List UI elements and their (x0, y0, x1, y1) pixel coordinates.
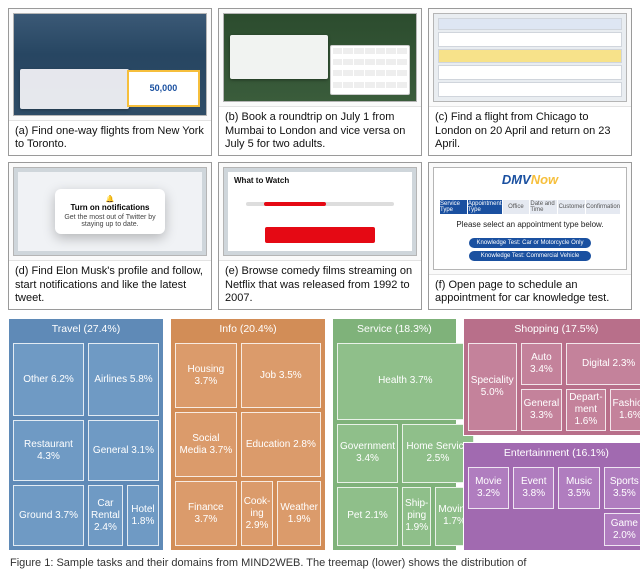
treemap-info: Info (20.4%) Housing 3.7% Job 3.5% Socia… (170, 318, 326, 551)
treemap-title: Travel (27.4%) (9, 319, 163, 339)
panel-a: 50,000 (a) Find one-way flights from New… (8, 8, 212, 156)
tm-cell: Music 3.5% (558, 467, 599, 509)
thumb-b-united (223, 13, 417, 102)
tm-cell: Other 6.2% (13, 343, 84, 416)
treemap-title: Info (20.4%) (171, 319, 325, 339)
tm-cell: Movie 3.2% (468, 467, 509, 509)
thumb-f-dmv: DMVNow Service Type Appointment Type Off… (433, 167, 627, 270)
tm-cell: Digital 2.3% (566, 343, 640, 385)
prompt-text: Please select an appointment type below. (434, 220, 626, 229)
modal-title: Turn on notifications (71, 203, 150, 212)
treemap-entertainment: Entertainment (16.1%) Event 3.8% Music 3… (463, 442, 640, 551)
bell-icon: 🔔 (106, 195, 115, 203)
promo-ad: 50,000 (127, 70, 200, 106)
step-office[interactable]: Office (503, 200, 530, 214)
apply-filters-button[interactable] (265, 227, 375, 243)
thumb-a-united: 50,000 (13, 13, 207, 116)
tm-cell: Cook-ing 2.9% (241, 481, 274, 546)
flight-search-box[interactable] (230, 35, 328, 79)
result-header-row (438, 18, 622, 30)
treemap-title: Shopping (17.5%) (464, 319, 640, 339)
tm-cell: Finance 3.7% (175, 481, 237, 546)
tm-cell: Car Rental 2.4% (88, 485, 123, 546)
tm-cell: Government 3.4% (337, 424, 398, 483)
tm-cell: Ground 3.7% (13, 485, 84, 546)
panel-e: What to Watch (e) Browse comedy films st… (218, 162, 422, 310)
figure-caption: Figure 1: Sample tasks and their domains… (8, 557, 632, 569)
caption-f: (f) Open page to schedule an appointment… (429, 274, 631, 310)
appt-type-commercial[interactable]: Knowledge Test: Commercial Vehicle (469, 251, 592, 261)
tm-cell: Sports 3.5% (604, 467, 640, 509)
result-row[interactable] (438, 82, 622, 97)
tm-cell: General 3.3% (521, 389, 563, 431)
modal-body: Get the most out of Twitter by staying u… (59, 214, 161, 228)
treemap-service: Service (18.3%) Health 3.7% Government 3… (332, 318, 457, 551)
caption-c: (c) Find a flight from Chicago to London… (429, 106, 631, 155)
tm-cell: Game 2.0% (604, 513, 640, 546)
tm-cell: Airlines 5.8% (88, 343, 159, 416)
flight-search-box[interactable] (20, 69, 129, 109)
result-row[interactable] (438, 65, 622, 80)
tm-cell: Auto 3.4% (521, 343, 563, 385)
result-row[interactable] (438, 32, 622, 47)
example-grid-top: 50,000 (a) Find one-way flights from New… (8, 8, 632, 156)
example-grid-bottom: 🔔 Turn on notifications Get the most out… (8, 162, 632, 310)
caption-e: (e) Browse comedy films streaming on Net… (219, 260, 421, 309)
tm-cell: Hotel 1.8% (127, 485, 159, 546)
panel-b: (b) Book a roundtrip on July 1 from Mumb… (218, 8, 422, 156)
tm-cell: Health 3.7% (337, 343, 474, 420)
tm-cell: Job 3.5% (241, 343, 321, 408)
tm-cell: Weather 1.9% (277, 481, 321, 546)
result-row-selected[interactable] (438, 49, 622, 64)
treemap-travel: Travel (27.4%) Other 6.2% Airlines 5.8% … (8, 318, 164, 551)
page-heading: What to Watch (234, 176, 289, 185)
step-service-type[interactable]: Service Type (440, 200, 467, 214)
tm-cell: Restaurant 4.3% (13, 420, 84, 481)
tm-cell: Fashion 1.6% (610, 389, 640, 431)
treemap-shopping: Shopping (17.5%) Speciality 5.0% Auto 3.… (463, 318, 640, 436)
step-customer[interactable]: Customer (558, 200, 585, 214)
tm-cell: Social Media 3.7% (175, 412, 237, 477)
tm-cell: Education 2.8% (241, 412, 321, 477)
thumb-c-flight-results (433, 13, 627, 102)
treemap-title: Service (18.3%) (333, 319, 456, 339)
step-date-time[interactable]: Date and Time (530, 200, 557, 214)
calendar-picker[interactable] (330, 45, 410, 95)
stepper: Service Type Appointment Type Office Dat… (440, 200, 620, 214)
tm-cell: Depart-ment 1.6% (566, 389, 605, 431)
tm-cell: General 3.1% (88, 420, 159, 481)
appt-type-car-knowledge-test[interactable]: Knowledge Test: Car or Motorcycle Only (469, 238, 592, 248)
step-confirmation[interactable]: Confirmation (586, 200, 620, 214)
caption-b: (b) Book a roundtrip on July 1 from Mumb… (219, 106, 421, 155)
panel-f: DMVNow Service Type Appointment Type Off… (428, 162, 632, 310)
thumb-e-netflix: What to Watch (223, 167, 417, 256)
tm-cell: Event 3.8% (513, 467, 554, 509)
caption-d: (d) Find Elon Musk's profile and follow,… (9, 260, 211, 309)
step-appointment-type[interactable]: Appointment Type (468, 200, 502, 214)
domain-treemap: Travel (27.4%) Other 6.2% Airlines 5.8% … (8, 318, 632, 551)
panel-d: 🔔 Turn on notifications Get the most out… (8, 162, 212, 310)
tm-cell: Ship-ping 1.9% (402, 487, 431, 546)
notification-modal[interactable]: 🔔 Turn on notifications Get the most out… (55, 189, 165, 233)
dmv-logo: DMVNow (434, 172, 626, 187)
tm-cell: Speciality 5.0% (468, 343, 517, 431)
panel-c: (c) Find a flight from Chicago to London… (428, 8, 632, 156)
thumb-d-twitter: 🔔 Turn on notifications Get the most out… (13, 167, 207, 256)
tm-cell: Pet 2.1% (337, 487, 398, 546)
tm-cell: Housing 3.7% (175, 343, 237, 408)
caption-a: (a) Find one-way flights from New York t… (9, 120, 211, 156)
treemap-title: Entertainment (16.1%) (464, 443, 640, 463)
year-slider[interactable] (246, 202, 393, 206)
